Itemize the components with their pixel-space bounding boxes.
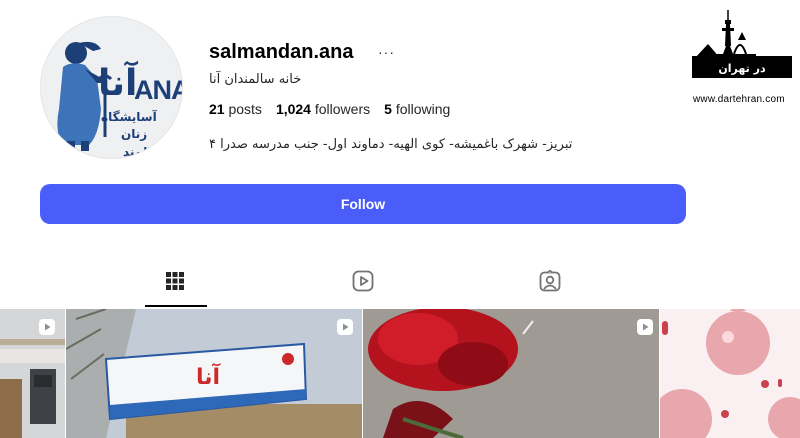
followers-count: 1,024 — [275, 101, 311, 117]
avatar-logo-latin: ANA — [134, 75, 182, 105]
following-label: following — [395, 101, 451, 117]
profile-stats: 21 posts 1,024 followers 5 following — [209, 101, 464, 117]
follow-button[interactable]: Follow — [40, 184, 686, 224]
grid-icon — [166, 272, 184, 290]
posts-label: posts — [228, 101, 262, 117]
watermark: در تهران www.dartehran.com — [690, 10, 795, 105]
profile-username: salmandan.ana — [209, 41, 354, 63]
tower-logo-icon: در تهران — [692, 10, 792, 78]
followers-label: followers — [314, 101, 371, 117]
stat-following[interactable]: 5 following — [384, 101, 450, 117]
profile-full-name: خانه سالمندان آنا — [209, 72, 302, 87]
tab-posts[interactable] — [145, 270, 205, 308]
tab-tagged[interactable] — [520, 270, 580, 308]
post-thumbnail[interactable]: آنا — [66, 309, 362, 438]
video-icon — [39, 319, 55, 335]
svg-text:آنا: آنا — [196, 362, 221, 390]
pomegranate-pattern — [660, 309, 800, 438]
watermark-logo-text: در تهران — [718, 62, 766, 75]
avatar-logo-line2: زنان — [121, 127, 148, 141]
stat-posts: 21 posts — [209, 101, 262, 117]
post-thumbnail[interactable] — [660, 309, 800, 438]
posts-count: 21 — [209, 101, 225, 117]
building-sign-photo: آنا — [66, 309, 362, 438]
active-tab-indicator — [145, 305, 207, 307]
watermark-domain: www.dartehran.com — [693, 94, 785, 105]
more-options-icon[interactable]: ··· — [378, 44, 395, 60]
video-icon — [637, 319, 653, 335]
rose-photo — [363, 309, 659, 438]
video-icon — [337, 319, 353, 335]
reels-icon — [352, 270, 374, 292]
tagged-icon — [539, 270, 561, 292]
post-thumbnail[interactable] — [0, 309, 65, 438]
tab-reels[interactable] — [333, 270, 393, 308]
post-thumbnail[interactable] — [363, 309, 659, 438]
following-count: 5 — [384, 101, 392, 117]
stat-followers[interactable]: 1,024 followers — [276, 101, 370, 117]
avatar-logo-farsi: آنا — [98, 63, 138, 104]
profile-bio: تبریز- شهرک باغمیشه- کوی الهیه- دماوند ا… — [209, 137, 573, 152]
avatar-logo-line1: آسایشگاه — [101, 110, 157, 124]
profile-avatar[interactable]: آنا ANA آسایشگاه زنان سالمند — [40, 16, 183, 159]
avatar-logo-line3: سالمند — [123, 145, 164, 159]
